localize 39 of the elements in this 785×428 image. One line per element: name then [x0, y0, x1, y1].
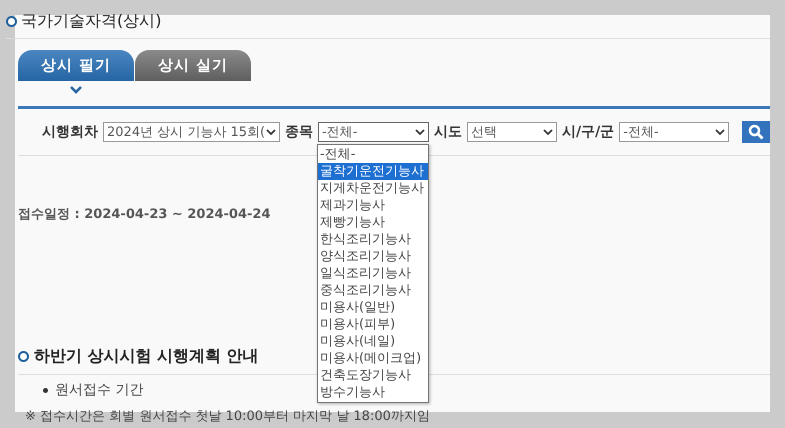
dropdown-option[interactable]: 일식조리기능사 [318, 265, 428, 282]
dropdown-option[interactable]: 제빵기능사 [318, 214, 428, 231]
caret-icon [715, 128, 726, 136]
dropdown-option[interactable]: 미용사(피부) [318, 316, 428, 333]
select-field[interactable]: -전체- [619, 122, 730, 142]
filter-label: 시/구/군 [562, 123, 614, 141]
dropdown-option[interactable]: 양식조리기능사 [318, 248, 428, 265]
chevron-down-icon [70, 86, 82, 94]
caret-icon [415, 128, 425, 136]
dropdown-option[interactable]: 미용사(메이크업) [318, 350, 428, 367]
dropdown-option[interactable]: 미용사(네일) [318, 333, 428, 350]
schedule-text: 접수일정 : 2024-04-23 ~ 2024-04-24 [18, 206, 271, 223]
caret-icon [543, 128, 553, 136]
select-field[interactable]: -전체- [318, 122, 429, 142]
list-item: 원서접수 기간 [55, 381, 144, 399]
dropdown-option[interactable]: 중식조리기능사 [318, 282, 428, 299]
dropdown-option[interactable]: 한식조리기능사 [318, 231, 428, 248]
select-field[interactable]: 선택 [467, 122, 557, 142]
search-button[interactable] [742, 121, 770, 143]
select-field[interactable]: 2024년 상시 기능사 15회( [103, 122, 280, 142]
note-text: ※ 접수시간은 회별 원서접수 첫날 10:00부터 마지막 날 18:00까지임 [25, 409, 430, 424]
dropdown-option[interactable]: 방수기능사 [318, 384, 428, 401]
filter-label: 시도 [434, 123, 462, 141]
bullet-icon [18, 350, 29, 362]
dropdown-option[interactable]: 굴착기운전기능사 [318, 163, 428, 180]
dropdown-option[interactable]: 제과기능사 [318, 197, 428, 214]
tab[interactable]: 상시 실기 [135, 50, 251, 81]
dropdown-option[interactable]: 지게차운전기능사 [318, 180, 428, 197]
filter-label: 시행회차 [42, 123, 98, 141]
page-title: 국가기술자격(상시) [21, 10, 162, 32]
dropdown-option[interactable]: 건축도장기능사 [318, 367, 428, 384]
section-heading: 하반기 상시시험 시행계획 안내 [34, 346, 259, 366]
bullet-icon [43, 388, 48, 392]
dropdown-option[interactable]: 미용사(일반) [318, 299, 428, 316]
search-icon [748, 124, 764, 140]
tab[interactable]: 상시 필기 [18, 50, 134, 81]
dropdown-option[interactable]: -전체- [318, 146, 428, 163]
caret-icon [266, 128, 276, 136]
filter-label: 종목 [285, 123, 313, 141]
